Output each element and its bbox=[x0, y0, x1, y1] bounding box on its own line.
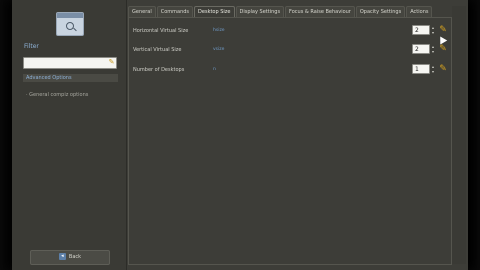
setting-label: Horizontal Virtual Size bbox=[133, 28, 189, 34]
number-of-desktops-spinbox[interactable]: 1 bbox=[412, 64, 430, 74]
spin-arrows-icon[interactable]: ▴ ▾ bbox=[432, 44, 436, 54]
advanced-options-header: Advanced Options bbox=[23, 74, 118, 82]
setting-label: Number of Desktops bbox=[133, 67, 185, 73]
sidebar-item-general-compiz-options[interactable]: · General compiz options bbox=[26, 92, 88, 98]
setting-row-number-of-desktops: Number of Desktops n 1 ▴ ▾ ✎ bbox=[129, 63, 451, 77]
tab-bar: General Commands Desktop Size Display Se… bbox=[128, 6, 450, 18]
back-button-label: Back bbox=[68, 254, 82, 260]
vsize-spinbox[interactable]: 2 bbox=[412, 44, 430, 54]
clear-filter-icon[interactable]: ✎ bbox=[108, 59, 115, 66]
back-arrow-icon: ◂ bbox=[58, 253, 66, 260]
ccsm-window: Filter ✎ Advanced Options · General comp… bbox=[12, 0, 468, 270]
right-margin bbox=[452, 6, 466, 264]
spin-arrows-icon[interactable]: ▴ ▾ bbox=[432, 64, 436, 74]
setting-hint: vsize bbox=[213, 47, 225, 52]
left-panel: Filter ✎ Advanced Options · General comp… bbox=[12, 0, 127, 270]
setting-hint: hsize bbox=[213, 28, 225, 33]
desktop-size-settings-panel: Horizontal Virtual Size hsize 2 ▴ ▾ ✎ Ver… bbox=[128, 17, 452, 265]
back-button[interactable]: ◂ Back bbox=[30, 250, 110, 265]
setting-row-vsize: Vertical Virtual Size vsize 2 ▴ ▾ ✎ bbox=[129, 43, 451, 57]
filter-label: Filter bbox=[24, 43, 39, 50]
setting-row-hsize: Horizontal Virtual Size hsize 2 ▴ ▾ ✎ bbox=[129, 24, 451, 38]
spin-arrows-icon[interactable]: ▴ ▾ bbox=[432, 25, 436, 35]
filter-input[interactable]: ✎ bbox=[23, 57, 117, 69]
app-settings-icon bbox=[56, 12, 84, 36]
setting-label: Vertical Virtual Size bbox=[133, 47, 182, 53]
hsize-spinbox[interactable]: 2 bbox=[412, 25, 430, 35]
setting-hint: n bbox=[213, 67, 216, 72]
reset-to-default-icon[interactable]: ✎ bbox=[438, 63, 448, 75]
